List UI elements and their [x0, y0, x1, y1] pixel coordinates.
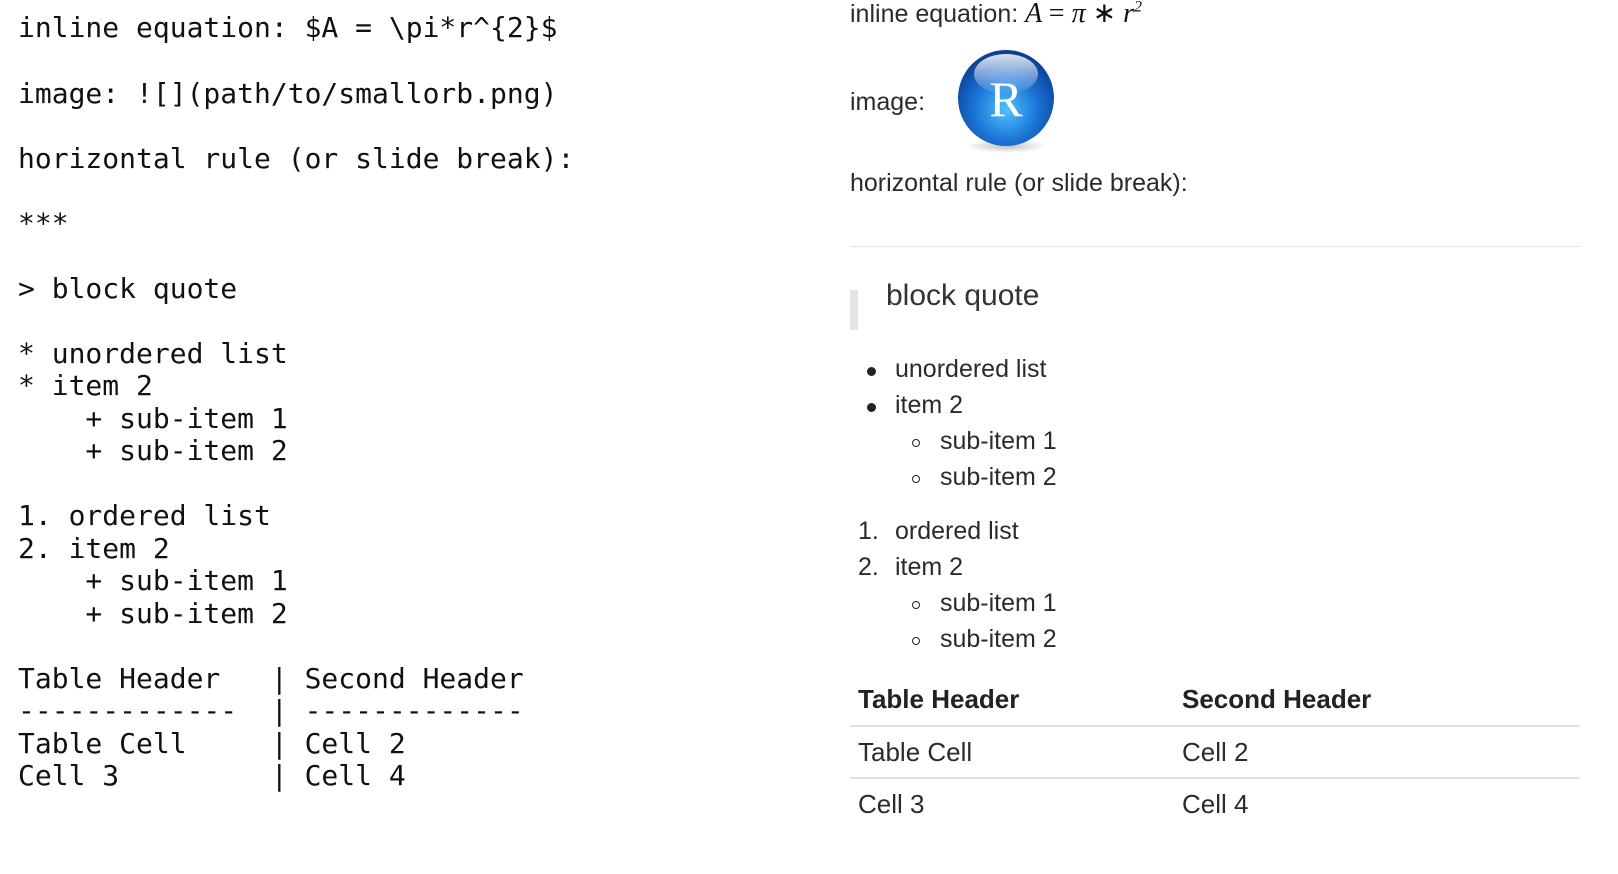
hr-label: horizontal rule (or slide break): [850, 169, 1188, 197]
ordered-number: 2. [858, 553, 879, 581]
source-line: 1. ordered list [18, 499, 271, 532]
bullet-circle-icon [912, 475, 920, 483]
bullet-circle-icon [912, 439, 920, 447]
list-item: ordered list [895, 517, 1019, 545]
source-line: image: ![](path/to/smallorb.png) [18, 77, 558, 110]
source-line: horizontal rule (or slide break): [18, 142, 575, 175]
table-cell: Table Cell [858, 737, 973, 767]
source-line: + sub-item 1 [18, 402, 288, 435]
bullet-disc-icon [867, 367, 876, 376]
horizontal-rule [850, 246, 1580, 247]
list-subitem: sub-item 2 [940, 463, 1057, 491]
table-cell: Cell 2 [1182, 737, 1249, 767]
equation-times: ∗ [1092, 0, 1117, 29]
blockquote-text: block quote [886, 279, 1040, 312]
table-cell: Cell 3 [858, 789, 925, 819]
equation-equals: = [1048, 0, 1065, 29]
source-line: Table Cell | Cell 2 [18, 727, 406, 760]
table-row-rule [850, 777, 1580, 779]
source-line: ------------- | ------------- [18, 694, 524, 727]
source-line: Cell 3 | Cell 4 [18, 759, 406, 792]
equation-math: A = π ∗ r2 [1025, 0, 1142, 29]
source-line: Table Header | Second Header [18, 662, 524, 695]
r-logo-orb-image: R [958, 50, 1054, 153]
table-header-cell: Table Header [858, 684, 1020, 714]
source-line: inline equation: $A = \pi*r^{2}$ [18, 11, 558, 44]
table-cell: Cell 4 [1182, 789, 1249, 819]
table-header-rule [850, 725, 1580, 727]
source-line: 2. item 2 [18, 532, 170, 565]
rendered-preview: inline equation: A = π ∗ r2 image: R hor… [850, 0, 1590, 874]
source-line: * unordered list [18, 337, 288, 370]
source-line: + sub-item 1 [18, 564, 288, 597]
equation-row: inline equation: A = π ∗ r2 [850, 0, 1142, 30]
bullet-disc-icon [867, 403, 876, 412]
blockquote-bar [850, 290, 858, 330]
equation-pi: π [1071, 0, 1086, 29]
equation-exponent: 2 [1133, 0, 1142, 16]
list-subitem: sub-item 1 [940, 589, 1057, 617]
bullet-circle-icon [912, 601, 920, 609]
equation-var-r: r [1123, 0, 1134, 29]
source-line: + sub-item 2 [18, 434, 288, 467]
bullet-circle-icon [912, 637, 920, 645]
source-line: + sub-item 2 [18, 597, 288, 630]
source-line: *** [18, 207, 69, 240]
list-subitem: sub-item 1 [940, 427, 1057, 455]
ordered-number: 1. [858, 517, 879, 545]
list-subitem: sub-item 2 [940, 625, 1057, 653]
equation-var-a: A [1025, 0, 1042, 29]
source-line: * item 2 [18, 369, 153, 402]
list-item: item 2 [895, 391, 964, 419]
image-label: image: [850, 88, 926, 116]
list-item: item 2 [895, 553, 964, 581]
list-item: unordered list [895, 355, 1047, 383]
table-header-cell: Second Header [1182, 684, 1372, 714]
equation-label: inline equation: [850, 0, 1019, 28]
r-logo-letter: R [989, 71, 1023, 127]
source-line: > block quote [18, 272, 238, 305]
